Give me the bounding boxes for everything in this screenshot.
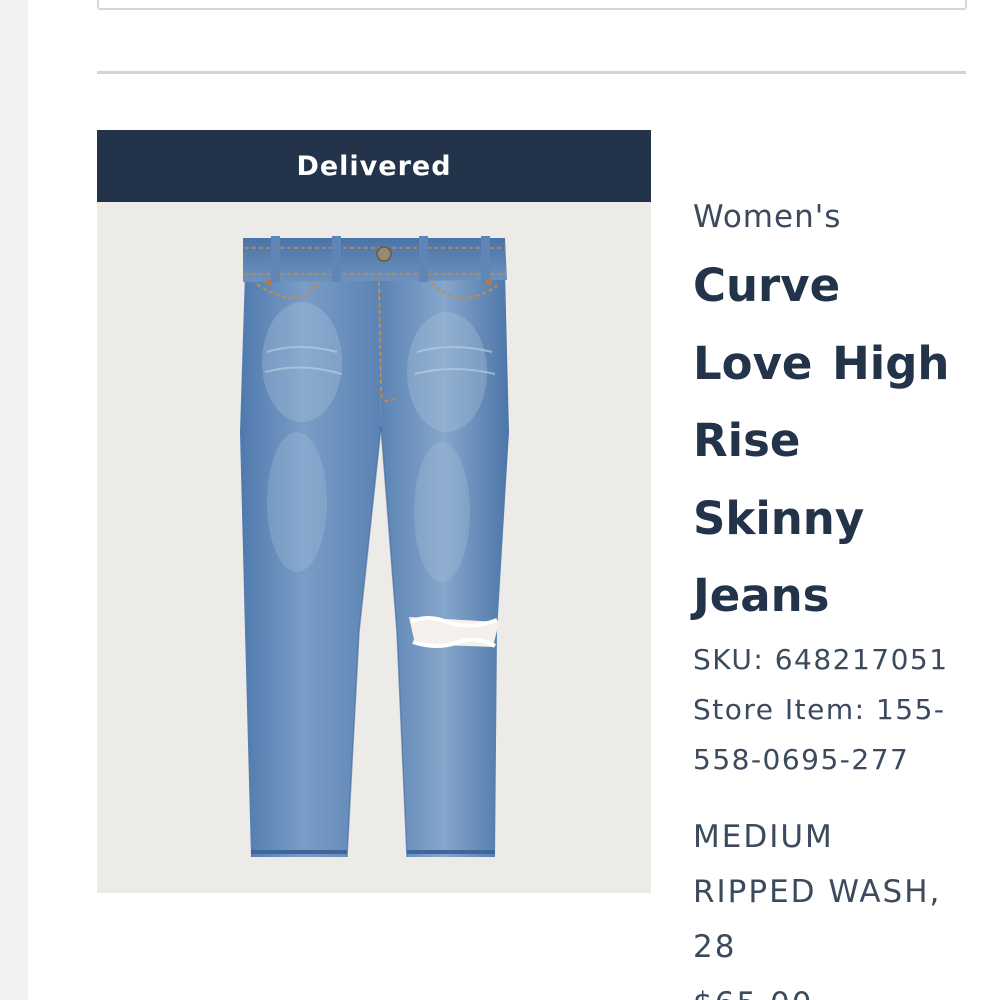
store-item-text: 558-0695-277: [693, 742, 910, 776]
product-title-line: Skinny: [693, 491, 865, 545]
product-title-line: Love High: [693, 336, 950, 390]
product-title-line: Rise: [693, 414, 801, 467]
delivery-status-banner: Delivered: [97, 130, 651, 202]
order-detail-page: Delivered Women's Curve Love High Rise S…: [0, 0, 1000, 1000]
product-info: Women's Curve Love High Rise Skinny Jean…: [693, 195, 993, 1000]
product-variant: MEDIUM RIPPED WASH, 28: [693, 810, 993, 975]
product-title-line: Jeans: [693, 569, 830, 622]
variant-line: 28: [693, 928, 737, 965]
jeans-product-image[interactable]: [97, 202, 651, 893]
product-image-card[interactable]: Delivered: [97, 130, 651, 893]
section-divider: [97, 71, 966, 74]
store-item-text: Store Item: 155-: [693, 692, 946, 726]
product-category: Women's: [693, 199, 842, 235]
sku-text: SKU: 648217051: [693, 642, 949, 676]
product-title-line: Curve: [693, 259, 841, 312]
product-price: $65.00: [693, 977, 993, 1000]
product-meta: SKU: 648217051 Store Item: 155- 558-0695…: [693, 635, 993, 785]
product-title[interactable]: Curve Love High Rise Skinny Jeans: [693, 247, 993, 635]
left-gutter: [0, 0, 28, 1000]
variant-line: MEDIUM: [693, 818, 834, 855]
previous-card-edge: [97, 0, 967, 10]
variant-line: RIPPED WASH,: [693, 873, 942, 910]
